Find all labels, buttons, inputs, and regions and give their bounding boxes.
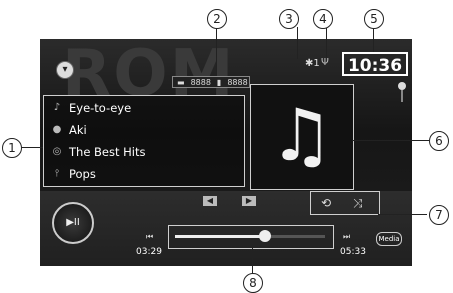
track-title-row: ♪ Eye-to-eye [44, 98, 244, 118]
artist-row: ● Aki [44, 120, 244, 140]
leader-line-6 [352, 140, 429, 141]
callout-4: 4 [313, 9, 333, 29]
remaining-time: 05:33 [340, 247, 366, 257]
callout-7: 7 [429, 205, 449, 225]
play-pause-button[interactable]: ▶II [52, 202, 94, 244]
bluetooth-device-number: 1 [313, 58, 320, 69]
genre-name: Pops [69, 167, 96, 181]
callout-6: 6 [429, 131, 449, 151]
callout-1: 1 [2, 138, 22, 158]
antenna-signal-icon: Ψ [321, 57, 329, 68]
leader-line-5 [373, 27, 374, 52]
leader-line-2 [216, 27, 217, 76]
album-row: ◎ The Best Hits [44, 142, 244, 162]
leader-line-8 [252, 248, 253, 275]
music-note-icon: ♫ [269, 93, 334, 177]
clock[interactable]: 10:36 [342, 52, 408, 76]
elapsed-time: 03:29 [136, 247, 162, 257]
disc-icon: ◎ [52, 146, 62, 157]
folder-count: 8888 [190, 78, 211, 87]
progress-fill [175, 235, 265, 238]
media-button[interactable]: Media [376, 232, 402, 246]
bluetooth-icon: ✱1 [305, 58, 320, 69]
album-art: ♫ [250, 84, 354, 190]
folder-icon: ▬ [177, 78, 185, 87]
leader-line-7 [378, 214, 427, 215]
top-area: ROM ▾ ▬ 8888 ▮ 8888 ✱1 Ψ 10:36 ♪ Eye-to-… [40, 39, 412, 191]
track-title: Eye-to-eye [69, 101, 132, 115]
track-info-panel: ♪ Eye-to-eye ● Aki ◎ The Best Hits ⫯ Pop… [43, 95, 245, 187]
chevron-down-icon[interactable]: ▾ [56, 61, 74, 79]
leader-line-1 [19, 147, 43, 148]
progress-track[interactable] [175, 230, 325, 242]
previous-track-icon[interactable]: ⏮ [146, 232, 153, 242]
callout-5: 5 [364, 9, 384, 29]
playback-controls: ◀ ▶ ⟲ ⤨ ▶II ⏮ ⏭ 03:29 05:33 Media [40, 191, 412, 266]
leader-line-4 [326, 27, 327, 58]
leader-line-3 [297, 27, 298, 59]
callout-2: 2 [207, 9, 227, 29]
guitar-icon: ⫯ [54, 168, 60, 179]
shuffle-icon[interactable]: ⤨ [353, 196, 363, 211]
file-count: 8888 [227, 78, 248, 87]
previous-folder-button[interactable]: ◀ [203, 196, 217, 206]
album-name: The Best Hits [69, 145, 146, 159]
head-unit-screen: ROM ▾ ▬ 8888 ▮ 8888 ✱1 Ψ 10:36 ♪ Eye-to-… [40, 39, 412, 266]
progress-bar-box [168, 225, 334, 249]
map-pin-stem [401, 90, 403, 102]
file-icon: ▮ [216, 78, 222, 87]
next-track-icon[interactable]: ⏭ [343, 232, 350, 242]
callout-8: 8 [243, 273, 263, 293]
map-pin-icon[interactable] [398, 82, 406, 90]
artist-name: Aki [69, 123, 87, 137]
progress-knob[interactable] [259, 230, 271, 242]
repeat-icon[interactable]: ⟲ [321, 196, 331, 210]
next-folder-button[interactable]: ▶ [242, 196, 256, 206]
play-mode-box: ⟲ ⤨ [310, 191, 380, 215]
genre-row: ⫯ Pops [44, 164, 244, 184]
callout-3: 3 [279, 9, 299, 29]
music-note-icon: ♪ [53, 102, 61, 113]
person-icon: ● [52, 124, 62, 135]
folder-file-counter: ▬ 8888 ▮ 8888 [172, 76, 250, 88]
